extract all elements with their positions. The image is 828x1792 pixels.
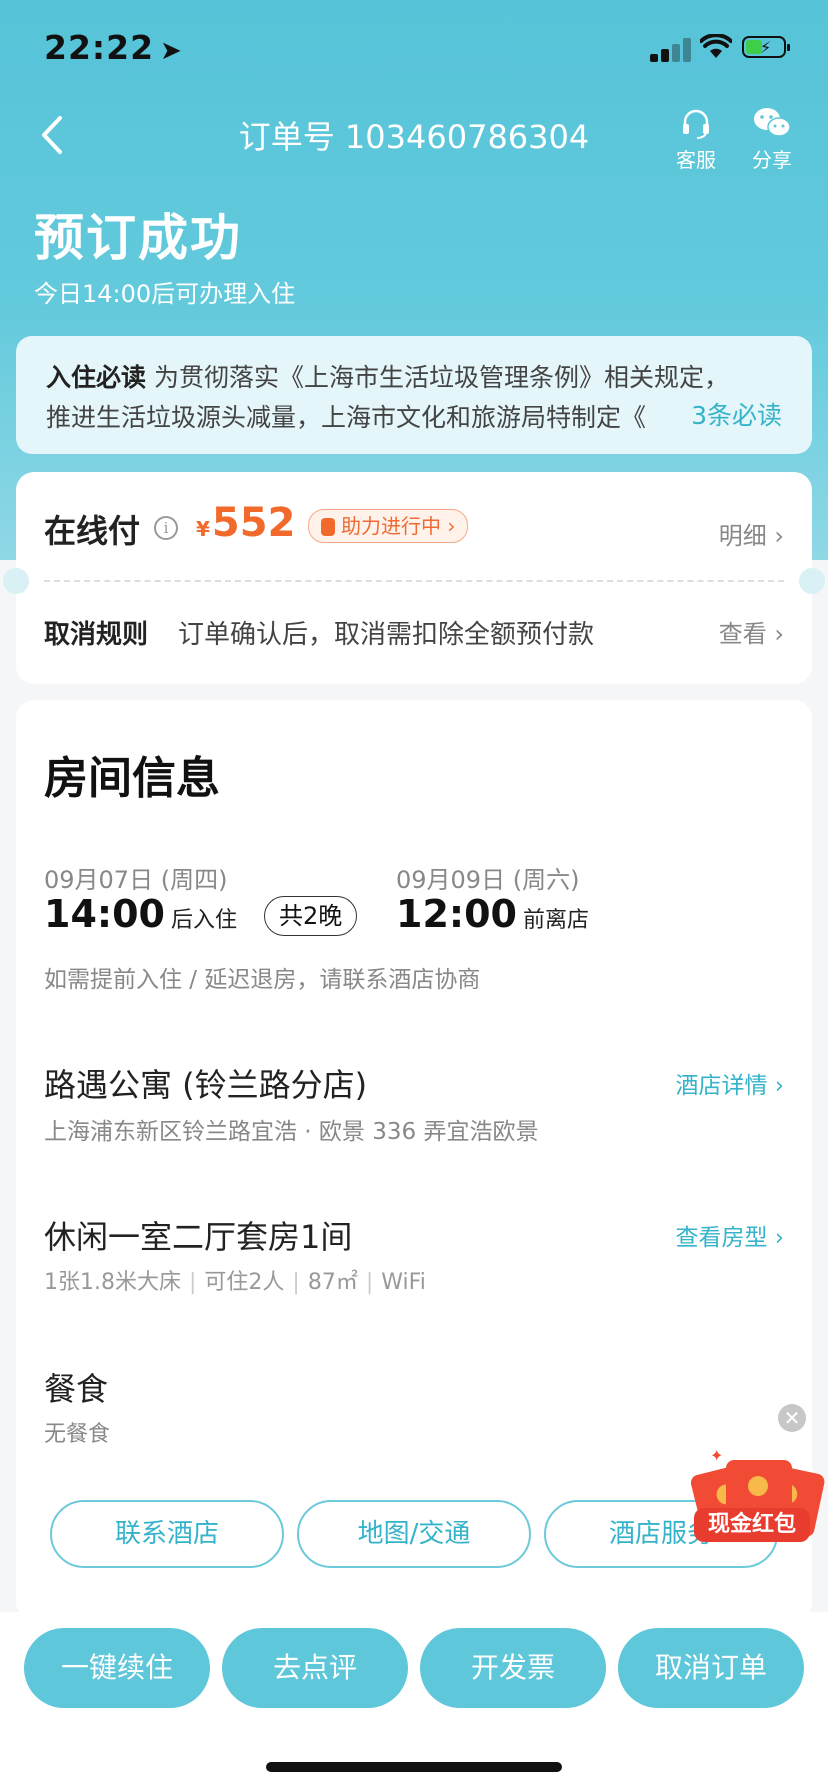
hotel-address: 上海浦东新区铃兰路宜浩 · 欧景 336 弄宜浩欧景: [44, 1119, 539, 1145]
headset-icon: [683, 109, 709, 139]
room-type-name: 休闲一室二厅套房1间: [44, 1218, 353, 1256]
cancel-policy-view-link[interactable]: 查看 ›: [719, 614, 784, 649]
cash-red-packet-promo[interactable]: 现金红包: [689, 1448, 826, 1552]
room-info-title: 房间信息: [44, 753, 220, 804]
payment-detail-link[interactable]: 明细 ›: [719, 516, 784, 551]
dashed-divider: [44, 580, 784, 582]
payment-amount: ¥552: [196, 500, 296, 546]
booking-status-heading: 预订成功: [34, 209, 242, 267]
customer-service-label: 客服: [676, 148, 716, 172]
location-arrow-icon: ➤: [160, 36, 183, 66]
nights-badge: 共2晚: [264, 896, 358, 936]
bed-spec: 1张1.8米大床: [44, 1270, 181, 1295]
cellular-signal-icon: [650, 36, 694, 62]
payment-method-label: 在线付: [44, 512, 141, 550]
area-spec: 87㎡: [307, 1270, 358, 1295]
notice-label: 入住必读: [46, 363, 147, 392]
payment-card: 在线付 i ¥552 助力进行中 › 明细 › 取消规则 订单确认后，取消需扣除…: [3, 472, 825, 684]
share-button[interactable]: 分享: [742, 106, 802, 173]
status-bar: 22:22 ➤ ⚡: [0, 0, 828, 100]
notice-line1: 为贯彻落实《上海市生活垃圾管理条例》相关规定，: [154, 363, 730, 392]
ticket-notch-left: [3, 568, 29, 594]
share-label: 分享: [752, 148, 792, 172]
boost-badge[interactable]: 助力进行中 ›: [308, 509, 469, 543]
checkin-notice-banner[interactable]: 入住必读 为贯彻落实《上海市生活垃圾管理条例》相关规定， 推进生活垃圾源头减量，上…: [16, 336, 812, 454]
status-time: 22:22 ➤: [44, 28, 183, 67]
meal-value: 无餐食: [44, 1422, 111, 1447]
extend-stay-button[interactable]: 一键续住: [24, 1628, 210, 1708]
room-type-link[interactable]: 查看房型 ›: [675, 1218, 784, 1252]
customer-service-button[interactable]: 客服: [666, 106, 726, 173]
hotel-name: 路遇公寓 (铃兰路分店): [44, 1066, 368, 1104]
cancel-order-button[interactable]: 取消订单: [618, 1628, 804, 1708]
room-specs: 1张1.8米大床 | 可住2人 | 87㎡ | WiFi: [44, 1270, 426, 1295]
payment-row: 在线付 i ¥552 助力进行中 › 明细 ›: [44, 500, 784, 556]
checkin-tip: 今日14:00后可办理入住: [34, 280, 296, 308]
cancel-policy-label: 取消规则: [44, 620, 149, 650]
checkin-date: 09月07日 (周四): [44, 866, 228, 894]
coin-icon: [321, 518, 335, 536]
home-indicator: [266, 1762, 562, 1772]
ticket-notch-right: [799, 568, 825, 594]
write-review-button[interactable]: 去点评: [222, 1628, 408, 1708]
contact-hotel-button[interactable]: 联系酒店: [50, 1500, 284, 1568]
checkin-time: 14:00 后入住: [44, 892, 237, 936]
red-packet-label: 现金红包: [694, 1508, 810, 1542]
checkout-time: 12:00 前离店: [396, 892, 589, 936]
wechat-icon: [754, 108, 791, 137]
early-checkin-tip: 如需提前入住 / 延迟退房，请联系酒店协商: [44, 967, 481, 993]
battery-icon: ⚡: [742, 36, 790, 58]
notice-more-link[interactable]: 3条必读: [661, 396, 782, 436]
wifi-icon: [700, 34, 732, 58]
close-icon[interactable]: ✕: [778, 1404, 806, 1432]
map-transport-button[interactable]: 地图/交通: [297, 1500, 531, 1568]
occupancy-spec: 可住2人: [204, 1270, 285, 1295]
hotel-detail-link[interactable]: 酒店详情 ›: [675, 1066, 784, 1100]
checkout-date: 09月09日 (周六): [396, 866, 580, 894]
cancel-policy-row[interactable]: 取消规则 订单确认后，取消需扣除全额预付款 查看 ›: [44, 614, 784, 654]
info-icon[interactable]: i: [154, 516, 178, 540]
invoice-button[interactable]: 开发票: [420, 1628, 606, 1708]
cancel-policy-text: 订单确认后，取消需扣除全额预付款: [178, 620, 595, 650]
meal-label: 餐食: [44, 1370, 109, 1408]
navigation-bar: 订单号 103460786304 客服 分享: [0, 100, 828, 180]
wifi-spec: WiFi: [381, 1270, 426, 1295]
